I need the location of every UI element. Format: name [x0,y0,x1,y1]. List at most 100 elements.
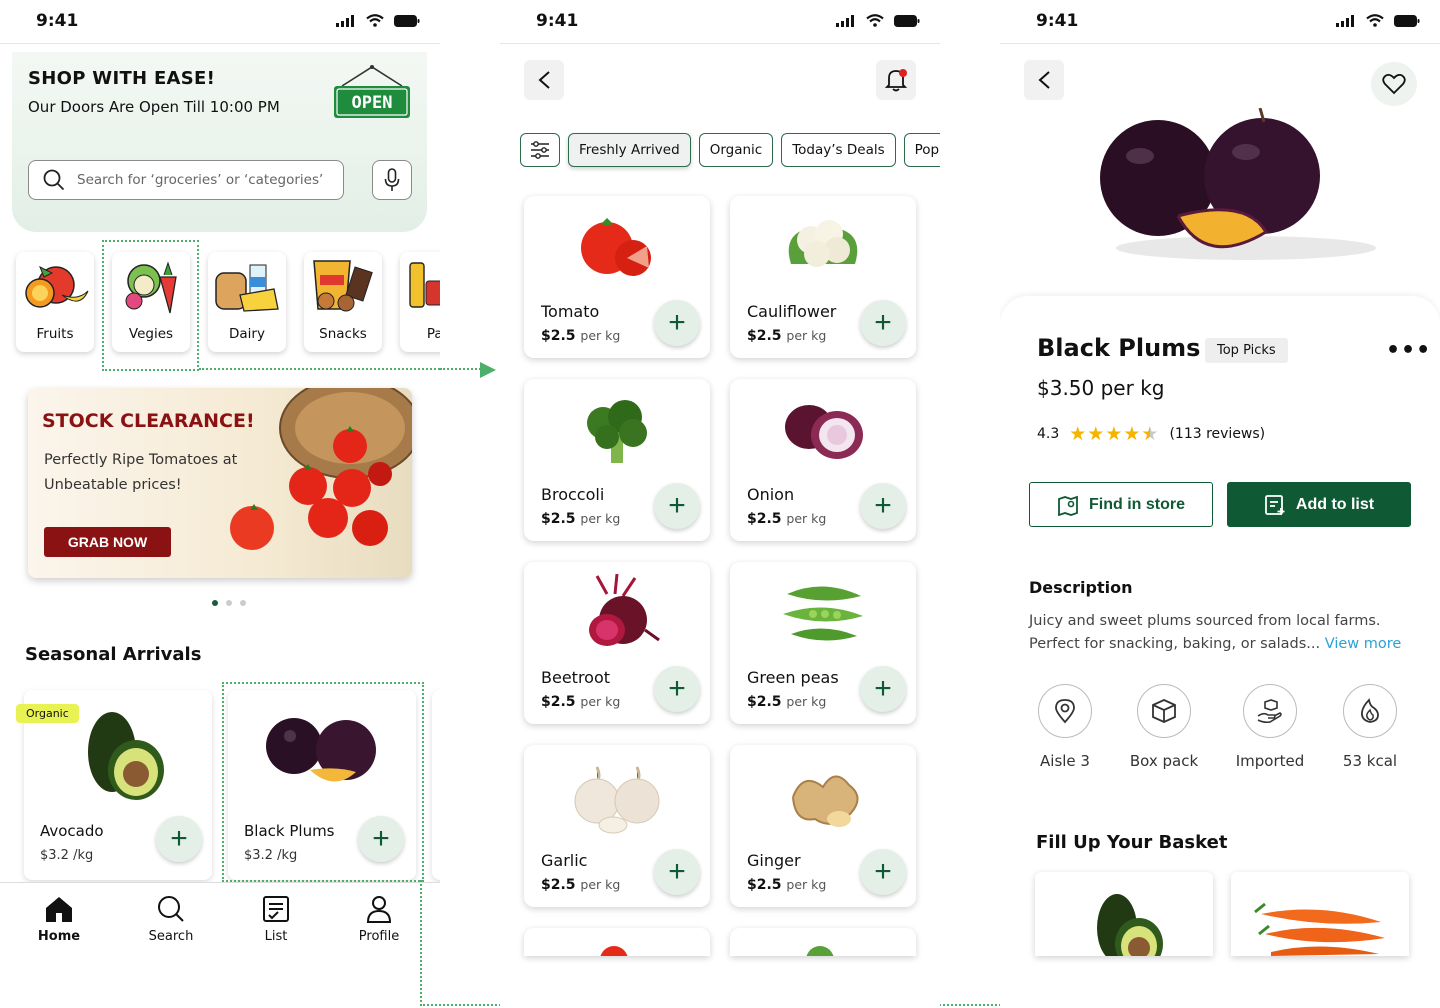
favorite-button[interactable] [1371,62,1417,106]
product-price: $2.5 per kg [541,877,621,893]
find-in-store-label: Find in store [1089,495,1185,513]
product-price: $2.5 per kg [747,694,827,710]
product-name: Garlic [541,851,588,870]
add-to-cart-button[interactable]: + [654,483,700,529]
product-name: Beetroot [541,668,611,687]
product-card-broccoli[interactable]: Broccoli $2.5 per kg + [524,379,710,541]
add-to-cart-button[interactable]: + [860,483,906,529]
microphone-icon [384,168,400,191]
product-card-partial[interactable] [524,928,710,956]
hand-package-icon [1257,699,1282,724]
product-name: Tomato [541,302,600,321]
product-card-partial[interactable] [432,690,440,880]
suggestion-card-avocado[interactable] [1035,872,1213,956]
category-row: Fruits Vegies Dairy Snacks Pan [16,252,440,352]
product-title: Black Plums [1037,334,1201,362]
product-price: $2.5 per kg [747,877,827,893]
back-button[interactable] [524,60,564,100]
flow-connector-line [199,368,440,370]
basket-heading: Fill Up Your Basket [1036,832,1228,853]
category-fruits[interactable]: Fruits [16,252,94,352]
voice-search-button[interactable] [372,160,412,200]
tomato-image [600,946,628,956]
view-more-link[interactable]: View more [1325,636,1402,652]
filter-organic[interactable]: Organic [698,133,774,167]
add-to-cart-button[interactable]: + [860,300,906,346]
notification-button[interactable] [876,60,916,100]
promo-banner[interactable]: STOCK CLEARANCE! Perfectly Ripe Tomatoes… [28,388,412,578]
more-options-icon[interactable]: ••• [1386,338,1431,363]
product-name: Broccoli [541,485,605,504]
tab-search[interactable]: Search [131,893,211,944]
selection-highlight [222,682,424,882]
product-card-onion[interactable]: Onion $2.5 per kg + [730,379,916,541]
heart-icon [1382,74,1406,95]
filter-freshly-arrived[interactable]: Freshly Arrived [568,133,691,167]
ginger-image [760,753,886,841]
hero-panel: SHOP WITH EASE! Our Doors Are Open Till … [12,52,427,232]
add-to-cart-button[interactable]: + [156,816,202,862]
category-pantry[interactable]: Pan [400,252,440,352]
search-icon [43,169,65,191]
filter-popular[interactable]: Popu [903,133,940,167]
tab-home[interactable]: Home [19,893,99,944]
product-card-beetroot[interactable]: Beetroot $2.5 per kg + [524,562,710,724]
feature-box-pack: Box pack [1114,684,1214,770]
status-time: 9:41 [36,11,79,31]
snacks-icon [306,254,380,316]
product-name: Green peas [747,668,839,687]
wifi-icon [366,14,384,27]
status-time: 9:41 [536,11,579,31]
cauliflower-image [806,946,834,956]
filter-todays-deals[interactable]: Today’s Deals [781,133,896,167]
add-to-cart-button[interactable]: + [860,849,906,895]
product-card-cauliflower[interactable]: Cauliflower $2.5 per kg + [730,196,916,358]
add-to-cart-button[interactable]: + [654,300,700,346]
beetroot-image [554,570,680,658]
tab-profile[interactable]: Profile [339,893,419,944]
product-card-green-peas[interactable]: Green peas $2.5 per kg + [730,562,916,724]
tab-label: Search [148,929,194,944]
product-card-avocado[interactable]: Organic Avocado $3.2 /kg + [16,690,212,880]
cauliflower-image [760,204,886,292]
category-dairy[interactable]: Dairy [208,252,286,352]
garlic-image [554,753,680,841]
black-plums-hero-image [1100,108,1376,260]
avocado-image [1097,894,1163,956]
product-card-tomato[interactable]: Tomato $2.5 per kg + [524,196,710,358]
product-card-garlic[interactable]: Garlic $2.5 per kg + [524,745,710,907]
status-icons [836,14,920,27]
add-to-list-button[interactable]: Add to list [1227,482,1411,527]
grab-now-button[interactable]: GRAB NOW [44,527,171,557]
back-button[interactable] [1024,60,1064,100]
feature-aisle: Aisle 3 [1015,684,1115,770]
list-icon [263,896,289,922]
feature-label: Aisle 3 [1040,752,1090,770]
fruits-icon [18,254,92,316]
category-snacks[interactable]: Snacks [304,252,382,352]
add-to-cart-button[interactable]: + [654,666,700,712]
list-add-icon [1264,494,1285,515]
wifi-icon [866,14,884,27]
filter-settings-button[interactable] [520,133,560,167]
open-sign-text: OPEN [351,93,393,113]
add-to-cart-button[interactable]: + [654,849,700,895]
product-card-ginger[interactable]: Ginger $2.5 per kg + [730,745,916,907]
product-price: $2.5 per kg [747,328,827,344]
top-picks-tag: Top Picks [1205,338,1288,363]
carousel-dots[interactable] [212,600,246,606]
find-in-store-button[interactable]: Find in store [1029,482,1213,527]
selection-highlight [102,240,199,371]
tab-list[interactable]: List [236,893,316,944]
reviews-count[interactable]: (113 reviews) [1169,426,1265,442]
product-name: Onion [747,485,795,504]
search-input[interactable]: Search for ‘groceries’ or ‘categories’ [28,160,344,200]
section-title: Seasonal Arrivals [25,644,202,665]
battery-icon [894,14,920,27]
map-pin-icon [1058,495,1078,516]
description-text: Juicy and sweet plums sourced from local… [1029,613,1402,652]
product-card-partial[interactable] [730,928,916,956]
add-to-cart-button[interactable]: + [860,666,906,712]
add-to-list-label: Add to list [1295,495,1375,513]
suggestion-card-carrots[interactable] [1231,872,1409,956]
